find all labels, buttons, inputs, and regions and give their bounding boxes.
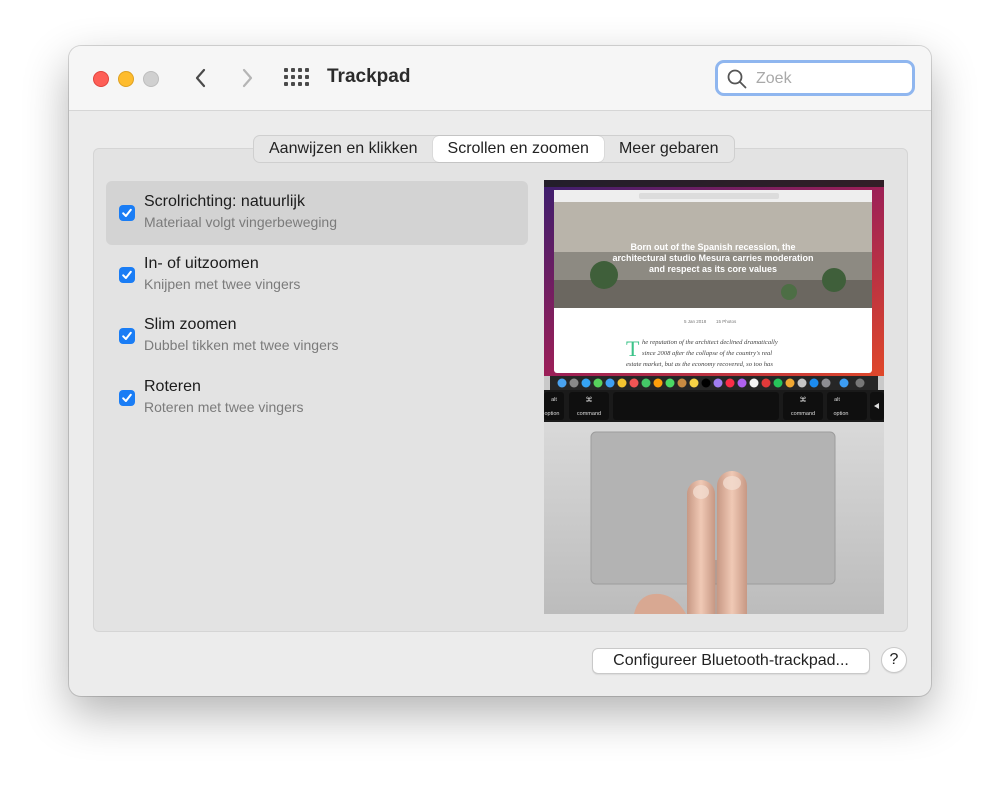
zoom-in-out-checkbox[interactable] [119, 267, 135, 283]
headline-line: and respect as its core values [649, 264, 777, 274]
smart-zoom-checkbox[interactable] [119, 328, 135, 344]
body-line: estate market, but as the economy recove… [626, 361, 773, 368]
key-label: option [545, 411, 560, 417]
key-label: alt [834, 397, 840, 403]
back-button[interactable] [187, 64, 215, 92]
key-label: command [577, 411, 601, 417]
address-bar [639, 193, 779, 199]
option-subtitle: Roteren met twee vingers [144, 399, 304, 415]
body-line: since 2008 after the collapse of the cou… [642, 350, 772, 357]
minimize-window-button[interactable] [118, 71, 134, 87]
option-subtitle: Materiaal volgt vingerbeweging [144, 214, 337, 230]
tab-bar: Aanwijzen en klikken Scrollen en zoomen … [253, 135, 735, 163]
checkmark-icon [122, 270, 132, 279]
tab-scroll-and-zoom[interactable]: Scrollen en zoomen [432, 136, 604, 162]
menu-bar [544, 180, 884, 187]
checkmark-icon [122, 393, 132, 402]
preferences-window: Trackpad Aanwijzen en klikken Scrollen e… [69, 46, 931, 696]
meta-photos: 15 Photos [716, 319, 737, 324]
option-title: In- of uitzoomen [144, 255, 259, 272]
checkmark-icon [122, 331, 132, 340]
option-zoom-in-out[interactable]: In- of uitzoomen Knijpen met twee vinger… [106, 243, 528, 307]
configure-bluetooth-trackpad-button[interactable]: Configureer Bluetooth-trackpad... [592, 648, 870, 674]
tab-point-and-click[interactable]: Aanwijzen en klikken [254, 136, 433, 162]
scroll-direction-checkbox[interactable] [119, 205, 135, 221]
checkmark-icon [122, 208, 132, 217]
search-input[interactable] [754, 68, 908, 90]
option-title: Roteren [144, 378, 201, 395]
body-line: he reputation of the architect declined … [642, 339, 778, 346]
option-subtitle: Knijpen met twee vingers [144, 276, 301, 292]
headline-line: Born out of the Spanish recession, the [630, 242, 795, 252]
option-title: Slim zoomen [144, 316, 237, 333]
option-smart-zoom[interactable]: Slim zoomen Dubbel tikken met twee vinge… [106, 304, 528, 368]
chevron-left-icon [195, 68, 206, 88]
key-label: option [834, 411, 849, 417]
zoom-window-button[interactable] [143, 71, 159, 87]
window-title: Trackpad [327, 66, 411, 87]
show-all-grid-icon[interactable] [284, 68, 309, 86]
option-title: Scrolrichting: natuurlijk [144, 193, 305, 210]
search-icon [727, 69, 747, 89]
gesture-preview: Born out of the Spanish recession, the a… [544, 180, 884, 614]
help-button[interactable]: ? [881, 647, 907, 673]
key-label: ⌘ [586, 396, 593, 404]
tab-more-gestures[interactable]: Meer gebaren [604, 136, 734, 162]
option-subtitle: Dubbel tikken met twee vingers [144, 337, 339, 353]
gesture-preview-illustration: Born out of the Spanish recession, the a… [544, 180, 884, 614]
meta-date: 5 Jan 2018 [684, 319, 707, 324]
close-window-button[interactable] [93, 71, 109, 87]
space-bar [613, 392, 779, 420]
key-label: alt [551, 397, 557, 403]
headline-line: architectural studio Mesura carries mode… [612, 253, 813, 263]
search-field[interactable] [715, 60, 915, 96]
option-rotate[interactable]: Roteren Roteren met twee vingers [106, 366, 528, 430]
key-label: ⌘ [800, 396, 807, 404]
key-label: command [791, 411, 815, 417]
chevron-right-icon [242, 68, 253, 88]
titlebar: Trackpad [69, 46, 931, 111]
rotate-checkbox[interactable] [119, 390, 135, 406]
dropcap: T [626, 336, 640, 361]
option-scroll-direction[interactable]: Scrolrichting: natuurlijk Materiaal volg… [106, 181, 528, 245]
forward-button[interactable] [233, 64, 261, 92]
